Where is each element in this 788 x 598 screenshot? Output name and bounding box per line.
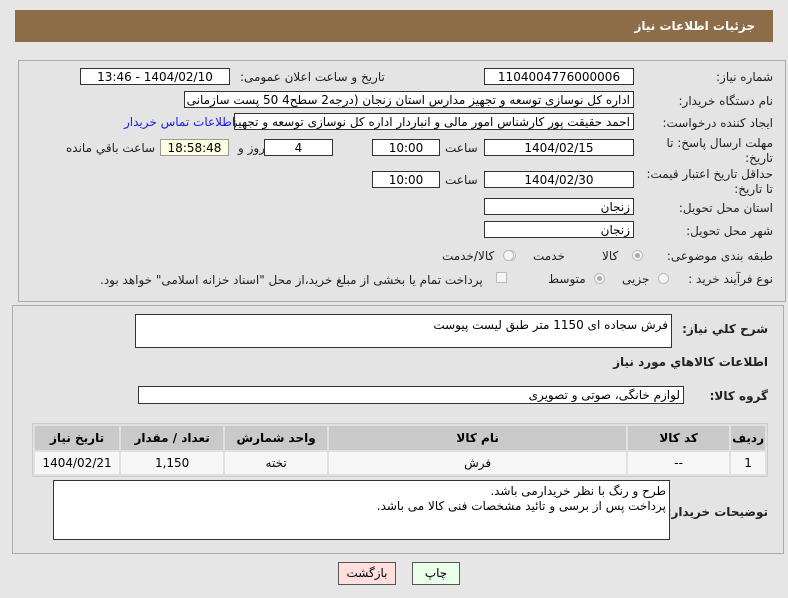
announce-label: تاریخ و ساعت اعلان عمومی: bbox=[240, 70, 385, 84]
validity-label: حداقل تاریخ اعتبار قیمت: تا تاریخ: bbox=[646, 167, 773, 196]
province-field: زنجان bbox=[484, 198, 634, 215]
city-field: زنجان bbox=[484, 221, 634, 238]
deadline-date-field: 1404/02/15 bbox=[484, 139, 634, 156]
deadline-time-label: ساعت bbox=[445, 141, 478, 155]
category-service-label: خدمت bbox=[533, 249, 565, 263]
need-number-field: 1104004776000006 bbox=[484, 68, 634, 85]
buyer-contact-link[interactable]: اطلاعات تماس خریدار bbox=[124, 115, 235, 129]
deadline-label: مهلت ارسال پاسخ: تا تاریخ: bbox=[666, 136, 773, 165]
treasury-payment-text: پرداخت تمام یا بخشی از مبلغ خرید،از محل … bbox=[100, 273, 483, 287]
buyer-label: نام دستگاه خریدار: bbox=[678, 94, 774, 108]
col-quantity: تعداد / مقدار bbox=[121, 426, 224, 450]
col-date: تاریخ نیاز bbox=[35, 426, 120, 450]
notes-line: پرداخت پس از برسی و تائید مشخصات فنی کال… bbox=[376, 499, 666, 513]
buyer-notes-label: توضیحات خریدار: bbox=[666, 505, 768, 519]
category-goods-service-label: کالا/خدمت bbox=[442, 249, 495, 263]
col-unit: واحد شمارش bbox=[225, 426, 328, 450]
col-name: نام کالا bbox=[329, 426, 627, 450]
process-medium-label: متوسط bbox=[548, 272, 586, 286]
goods-group-field: لوازم خانگی، صوتی و تصویری bbox=[138, 386, 684, 404]
buyer-field: اداره کل نوسازی توسعه و تجهیز مدارس استا… bbox=[184, 91, 634, 108]
announce-field: 1404/02/10 - 13:46 bbox=[80, 68, 230, 85]
province-label: استان محل تحویل: bbox=[678, 201, 773, 215]
category-label: طبقه بندی موضوعی: bbox=[666, 249, 773, 263]
treasury-payment-checkbox[interactable] bbox=[496, 272, 507, 283]
process-minor-radio[interactable] bbox=[658, 273, 669, 284]
cell-unit: تخته bbox=[225, 452, 328, 474]
process-medium-radio[interactable] bbox=[594, 273, 605, 284]
days-field: 4 bbox=[264, 139, 333, 156]
cell-name: فرش bbox=[329, 452, 627, 474]
back-button[interactable]: بازگشت bbox=[338, 562, 396, 585]
notes-line: طرح و رنگ با نظر خریدارمی باشد. bbox=[490, 484, 666, 498]
days-label: روز و bbox=[238, 141, 265, 155]
creator-field: احمد حقیقت پور کارشناس امور مالی و انبار… bbox=[234, 113, 634, 130]
page-header: جزئیات اطلاعات نیاز bbox=[15, 10, 773, 42]
need-number-label: شماره نیاز: bbox=[716, 70, 773, 84]
process-minor-label: جزیی bbox=[622, 272, 650, 286]
print-button[interactable]: چاپ bbox=[412, 562, 460, 585]
validity-time-label: ساعت bbox=[445, 173, 478, 187]
cell-code: -- bbox=[628, 452, 730, 474]
goods-table: ردیف کد کالا نام کالا واحد شمارش تعداد /… bbox=[32, 423, 768, 477]
goods-heading: اطلاعات کالاهاي مورد نياز bbox=[613, 355, 768, 369]
goods-group-label: گروه کالا: bbox=[709, 389, 768, 403]
table-row: 1 -- فرش تخته 1,150 1404/02/21 bbox=[35, 452, 765, 474]
description-label: شرح کلي نياز: bbox=[682, 322, 768, 336]
deadline-time-field: 10:00 bbox=[372, 139, 440, 156]
category-goods-service-radio[interactable] bbox=[503, 250, 514, 261]
cell-row: 1 bbox=[731, 452, 765, 474]
remaining-time-field: 18:58:48 bbox=[160, 139, 229, 156]
process-label: نوع فرآیند خرید : bbox=[688, 272, 773, 286]
validity-date-field: 1404/02/30 bbox=[484, 171, 634, 188]
remaining-label: ساعت باقي مانده bbox=[66, 141, 156, 155]
cell-date: 1404/02/21 bbox=[35, 452, 120, 474]
city-label: شهر محل تحویل: bbox=[686, 224, 773, 238]
page-title: جزئیات اطلاعات نیاز bbox=[634, 19, 755, 33]
category-goods-radio[interactable] bbox=[632, 250, 643, 261]
category-goods-label: کالا bbox=[602, 249, 619, 263]
col-code: کد کالا bbox=[628, 426, 730, 450]
validity-time-field: 10:00 bbox=[372, 171, 440, 188]
table-header-row: ردیف کد کالا نام کالا واحد شمارش تعداد /… bbox=[35, 426, 765, 450]
description-textarea[interactable]: فرش سجاده ای 1150 متر طبق لیست پیوست bbox=[135, 314, 672, 348]
cell-quantity: 1,150 bbox=[121, 452, 224, 474]
buyer-notes-textarea[interactable]: طرح و رنگ با نظر خریدارمی باشد. پرداخت پ… bbox=[53, 480, 670, 540]
col-row: ردیف bbox=[731, 426, 765, 450]
creator-label: ایجاد کننده درخواست: bbox=[662, 116, 773, 130]
